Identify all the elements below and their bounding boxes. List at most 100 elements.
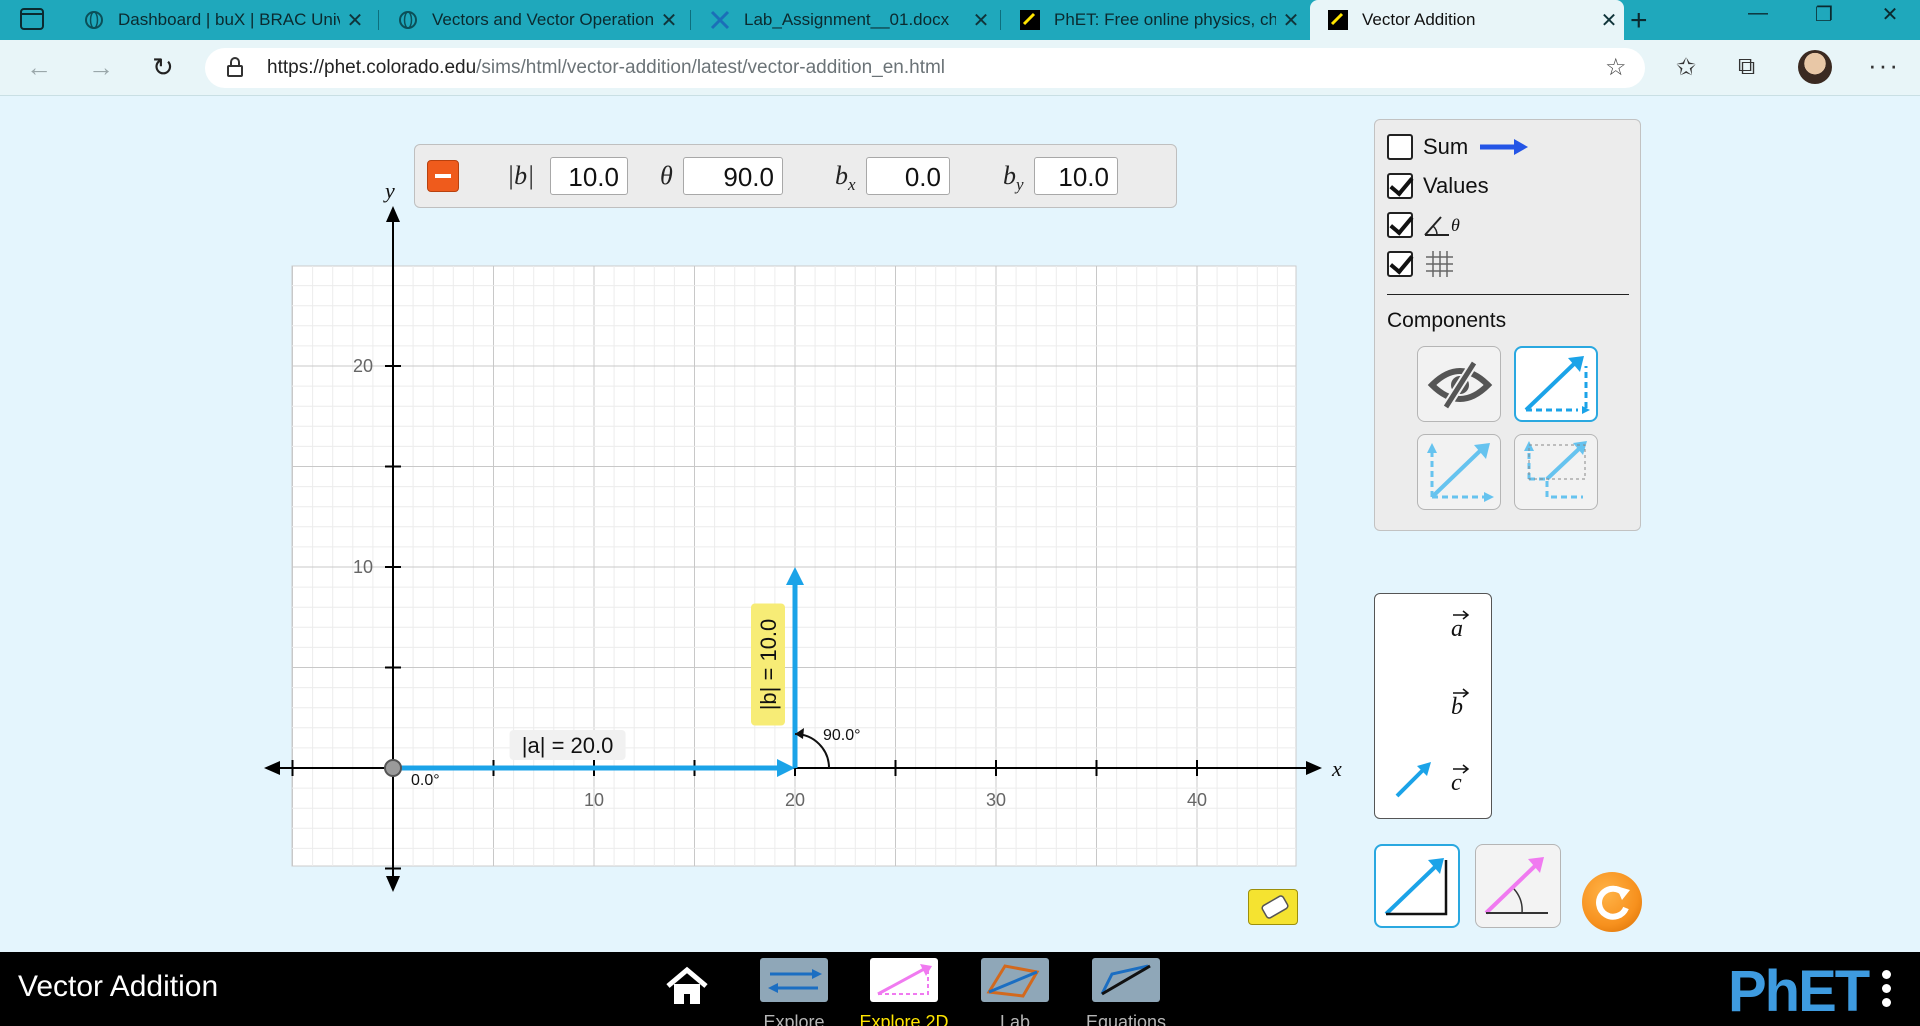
sum-checkbox-row[interactable]: Sum <box>1387 132 1530 162</box>
tab-title: Vector Addition <box>1362 10 1476 29</box>
grid-icon <box>1426 251 1453 277</box>
polar-icon <box>1484 857 1548 915</box>
grid-checkbox[interactable] <box>1387 251 1413 277</box>
x-tick-label: 40 <box>1187 790 1207 810</box>
url-input[interactable]: https://phet.colorado.edu/sims/html/vect… <box>205 48 1645 88</box>
angles-checkbox[interactable] <box>1387 212 1413 238</box>
screen-explore-2d[interactable]: Explore 2D <box>858 954 950 1026</box>
browser-tab-lab-assignment[interactable]: Lab_Assignment__01.docx ✕ <box>692 0 996 40</box>
tab-separator <box>690 10 691 30</box>
x-tick-label: 20 <box>785 790 805 810</box>
vector-a-label-text: |a| = 20.0 <box>522 733 614 758</box>
angles-checkbox-row[interactable]: θ <box>1387 210 1460 240</box>
x-axis-arrowhead <box>1306 761 1322 775</box>
tab-title: Dashboard | buX | BRAC Univ <box>118 10 340 29</box>
simulation-area: |b| 10.0 θ 90.0 bx 0.0 by 10.0 10 20 30 40 2… <box>0 96 1920 952</box>
collections-icon[interactable]: ⧉ <box>1738 53 1755 81</box>
url-host: https://phet.colorado.edu <box>267 57 477 78</box>
y-tick-label: 10 <box>353 557 373 577</box>
angle-icon <box>1424 216 1449 236</box>
reset-all-button[interactable] <box>1582 872 1642 932</box>
values-checkbox-row[interactable]: Values <box>1387 171 1489 201</box>
components-triangle-button[interactable] <box>1514 346 1598 422</box>
browser-tab-phet-home[interactable]: PhET: Free online physics, ch ✕ <box>1002 0 1306 40</box>
grid-checkbox-row[interactable] <box>1387 249 1455 279</box>
tab-title: Lab_Assignment__01.docx <box>744 10 950 29</box>
phet-icon <box>1020 10 1040 30</box>
vector-a-label: |a| = 20.0 <box>509 730 626 760</box>
reload-button[interactable]: ↻ <box>152 52 174 83</box>
forward-button[interactable]: → <box>88 52 114 83</box>
arrow-over-icon <box>1453 764 1470 774</box>
slot-b-label: b <box>1451 694 1463 720</box>
add-favorite-icon[interactable]: ☆ <box>1605 53 1627 82</box>
cartesian-mode-button[interactable] <box>1374 844 1460 928</box>
close-tab-icon[interactable]: ✕ <box>654 8 684 33</box>
cartesian-icon <box>1384 858 1448 916</box>
x-tick-label: 10 <box>584 790 604 810</box>
vector-a-angle-label: 0.0° <box>411 772 440 789</box>
graph-area[interactable]: 10 20 30 40 20 10 |a| = 20.0 0.0° |b| = 10.0 90.… <box>250 176 1360 896</box>
browser-tab-bar: Dashboard | buX | BRAC Univ ✕ Vectors an… <box>0 0 1920 40</box>
x-tick-label: 30 <box>986 790 1006 810</box>
screen-label: Explore 2D <box>859 1012 949 1026</box>
sum-checkbox[interactable] <box>1387 134 1413 160</box>
parallelogram-components-icon <box>1427 443 1494 502</box>
components-parallelogram-button[interactable] <box>1417 434 1501 510</box>
tab-separator <box>1000 10 1001 30</box>
close-tab-icon[interactable]: ✕ <box>1276 8 1306 33</box>
vector-b-label-text: |b| = 10.0 <box>756 619 781 711</box>
restore-button[interactable]: ❐ <box>1804 2 1844 27</box>
equations-thumbnail <box>1092 958 1160 1002</box>
home-icon <box>666 966 708 1004</box>
triangle-components-icon <box>1524 356 1590 414</box>
eraser-button[interactable] <box>1248 889 1298 925</box>
url-path: /sims/html/vector-addition/latest/vector… <box>476 57 946 78</box>
back-button[interactable]: ← <box>26 52 52 83</box>
screen-label: Explore 1D <box>763 1012 825 1026</box>
phet-icon <box>1328 10 1348 30</box>
tab-title: Vectors and Vector Operation <box>432 10 654 29</box>
arrow-over-icon <box>1453 688 1470 698</box>
polar-mode-button[interactable] <box>1475 844 1561 928</box>
browser-tab-vectors[interactable]: Vectors and Vector Operation ✕ <box>380 0 684 40</box>
components-hidden-button[interactable] <box>1417 346 1501 422</box>
phet-logo[interactable]: PhET <box>1728 958 1870 1025</box>
lock-icon[interactable] <box>227 57 243 77</box>
new-tab-button[interactable]: + <box>1630 4 1648 38</box>
angle-symbol: θ <box>1451 214 1460 235</box>
x-axis-label: x <box>1331 756 1342 781</box>
vector-c-creator-icon[interactable] <box>1393 760 1433 800</box>
slot-c-label: c <box>1451 770 1462 796</box>
minimize-button[interactable]: — <box>1738 2 1778 25</box>
close-tab-icon[interactable]: ✕ <box>1594 8 1624 33</box>
home-button[interactable] <box>664 966 710 1011</box>
browser-tab-vector-addition[interactable]: Vector Addition ✕ <box>1310 0 1624 40</box>
favorites-icon[interactable]: ✩ <box>1676 53 1696 82</box>
profile-avatar[interactable] <box>1798 50 1832 84</box>
x-axis-arrowhead <box>264 761 280 775</box>
y-tick-label: 20 <box>353 356 373 376</box>
eye-slash-icon <box>1427 360 1493 410</box>
screen-lab[interactable]: Lab <box>978 954 1052 1026</box>
close-window-button[interactable]: ✕ <box>1870 2 1910 27</box>
components-on-axis-button[interactable] <box>1514 434 1598 510</box>
sim-navigation-bar: Vector Addition Explore 1D Explore 2D La… <box>0 952 1920 1026</box>
display-options-panel: Sum Values θ Components <box>1374 119 1641 531</box>
more-menu-icon[interactable]: ··· <box>1868 50 1900 81</box>
screen-explore-1d[interactable]: Explore 1D <box>750 954 838 1026</box>
screen-label: Equations <box>1085 1012 1167 1026</box>
values-label: Values <box>1423 173 1489 198</box>
arrow-over-icon <box>1453 610 1470 620</box>
values-checkbox[interactable] <box>1387 173 1413 199</box>
phet-menu-button[interactable] <box>1882 970 1891 1012</box>
origin-handle <box>384 759 402 777</box>
close-tab-icon[interactable]: ✕ <box>966 8 996 33</box>
on-axis-components-icon <box>1524 441 1587 499</box>
tab-separator <box>378 10 379 30</box>
close-tab-icon[interactable]: ✕ <box>340 8 370 33</box>
browser-tab-dashboard[interactable]: Dashboard | buX | BRAC Univ ✕ <box>66 0 370 40</box>
screen-equations[interactable]: Equations <box>1080 954 1172 1026</box>
x-logo-icon <box>710 10 730 30</box>
tab-actions-button[interactable] <box>20 8 44 30</box>
